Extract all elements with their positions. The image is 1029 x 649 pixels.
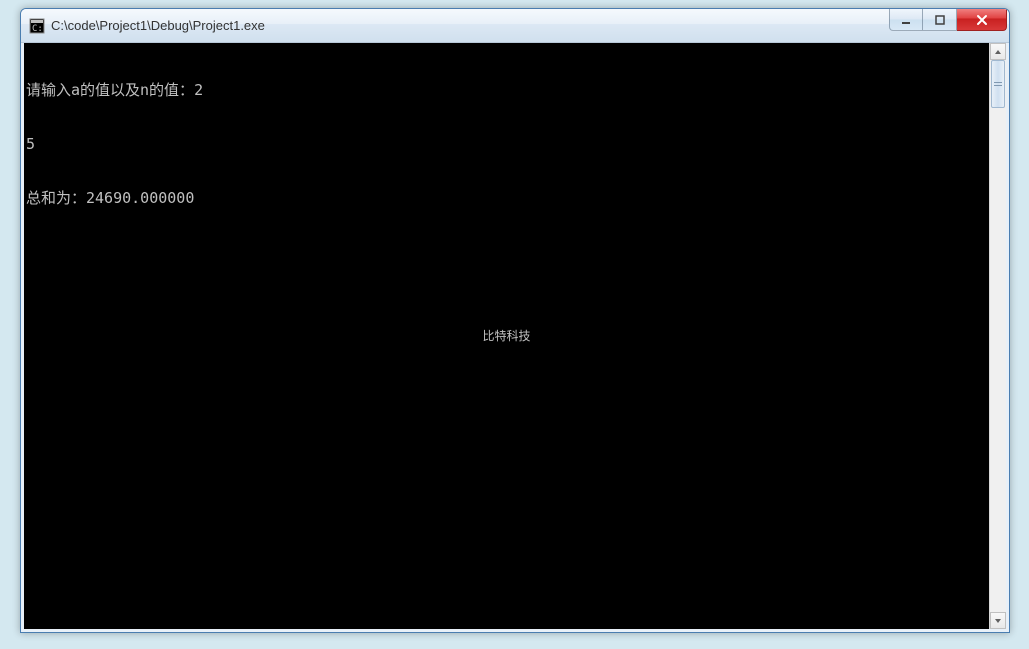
close-icon	[975, 13, 989, 27]
console-line: 5	[26, 135, 987, 153]
chevron-down-icon	[994, 618, 1002, 624]
app-icon: C:	[29, 18, 45, 34]
console-line: 请输入a的值以及n的值：2	[26, 81, 987, 99]
watermark-text: 比特科技	[482, 327, 530, 345]
scroll-down-button[interactable]	[990, 612, 1006, 629]
minimize-icon	[900, 14, 912, 26]
window-controls	[889, 9, 1007, 42]
minimize-button[interactable]	[889, 9, 923, 31]
window-title: C:\code\Project1\Debug\Project1.exe	[51, 18, 889, 33]
console-output[interactable]: 请输入a的值以及n的值：2 5 总和为：24690.000000 比特科技	[24, 43, 989, 629]
vertical-scrollbar[interactable]	[989, 43, 1006, 629]
console-line: 总和为：24690.000000	[26, 189, 987, 207]
scroll-up-button[interactable]	[990, 43, 1006, 60]
thumb-grip-icon	[994, 80, 1002, 88]
chevron-up-icon	[994, 49, 1002, 55]
titlebar[interactable]: C: C:\code\Project1\Debug\Project1.exe	[21, 9, 1009, 43]
scroll-thumb[interactable]	[991, 60, 1005, 108]
scroll-track[interactable]	[990, 60, 1006, 612]
svg-text:C:: C:	[32, 24, 43, 34]
close-button[interactable]	[957, 9, 1007, 31]
maximize-icon	[934, 14, 946, 26]
client-area: 请输入a的值以及n的值：2 5 总和为：24690.000000 比特科技	[21, 43, 1009, 632]
console-window: C: C:\code\Project1\Debug\Project1.exe	[20, 8, 1010, 633]
maximize-button[interactable]	[923, 9, 957, 31]
